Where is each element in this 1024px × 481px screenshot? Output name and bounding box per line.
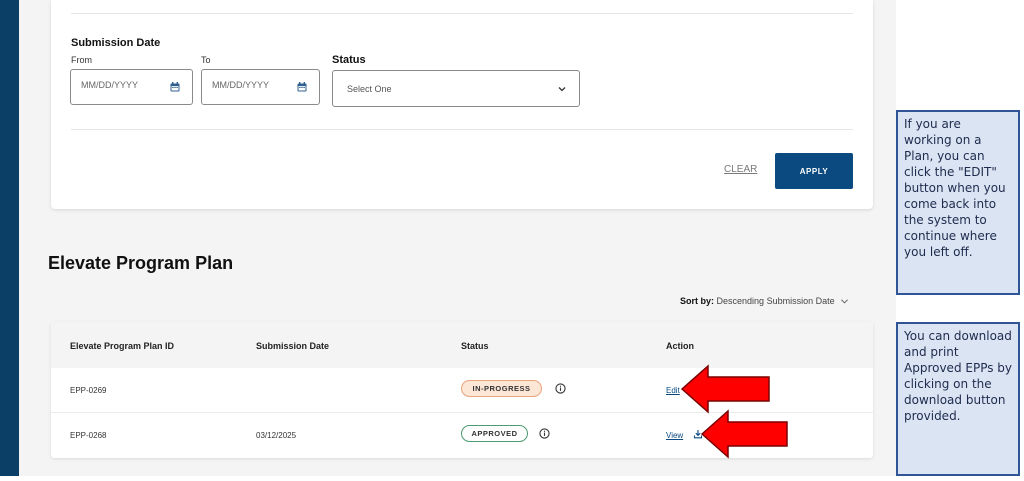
page-title: Elevate Program Plan [48,253,234,273]
column-header-date: Submission Date [256,341,330,351]
calendar-icon[interactable] [297,82,307,92]
edit-link[interactable]: Edit [666,386,680,395]
status-badge: IN-PROGRESS [461,380,542,397]
clear-button[interactable]: CLEAR [724,164,757,175]
status-select-value: Select One [347,84,392,94]
arrow-pointer-icon [700,409,788,459]
to-date-input[interactable] [212,80,292,90]
submission-date: 03/12/2025 [256,431,297,440]
sort-label: Sort by: [680,296,715,306]
status-badge: APPROVED [461,425,528,442]
edit-instruction-note: If you are working on a Plan, you can cl… [896,110,1020,295]
apply-button[interactable]: APPLY [775,153,853,189]
column-header-action: Action [666,341,694,351]
plan-id: EPP-0269 [70,386,107,395]
chevron-down-icon[interactable] [840,298,849,305]
chevron-down-icon [558,87,566,92]
column-header-status: Status [461,341,489,351]
to-label: To [201,55,211,65]
from-date-input[interactable] [81,80,161,90]
status-select[interactable]: Select One [332,70,580,107]
view-link[interactable]: View [666,431,683,440]
to-date-field[interactable] [201,69,320,105]
filter-panel: Submission Date From To Status MM/DD/YYY… [51,0,873,209]
sort-control[interactable]: Sort by: Descending Submission Date [680,296,849,306]
main-content: Submission Date From To Status MM/DD/YYY… [19,0,896,476]
submission-date-label: Submission Date [71,37,161,49]
divider [71,13,853,14]
info-icon[interactable] [555,383,566,394]
calendar-icon[interactable] [170,82,180,92]
info-icon[interactable] [539,428,550,439]
left-nav-bar [0,0,19,476]
plan-id: EPP-0268 [70,431,107,440]
from-label: From [71,55,92,65]
table-header: Elevate Program Plan ID Submission Date … [51,322,873,368]
column-header-id: Elevate Program Plan ID [70,341,175,351]
from-date-field[interactable] [70,69,193,105]
download-instruction-note: You can download and print Approved EPPs… [896,322,1020,476]
sort-value[interactable]: Descending Submission Date [717,296,835,306]
divider [71,129,853,130]
arrow-pointer-icon [680,364,770,414]
status-label: Status [332,54,366,66]
